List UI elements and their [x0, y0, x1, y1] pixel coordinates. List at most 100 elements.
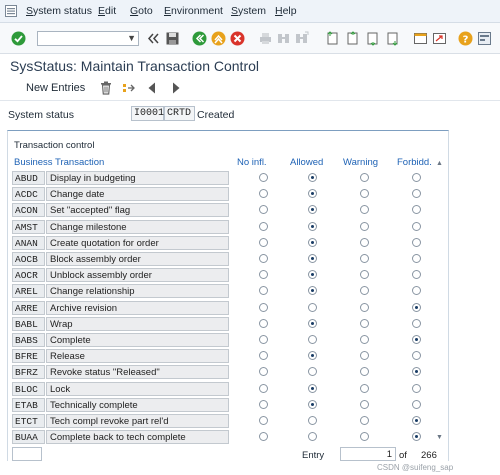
help-icon[interactable]: ? [458, 31, 473, 46]
radio-no-infl[interactable] [259, 318, 268, 328]
sap-menu-icon[interactable] [5, 5, 17, 17]
radio-warning[interactable] [360, 221, 369, 231]
radio-allowed[interactable] [308, 189, 317, 199]
new-entries-button[interactable]: New Entries [26, 82, 85, 94]
radio-forbidd[interactable] [412, 335, 421, 344]
radio-warning[interactable] [360, 383, 369, 393]
radio-warning[interactable] [360, 189, 369, 199]
radio-no-infl[interactable] [259, 205, 268, 215]
radio-forbidd[interactable] [412, 399, 421, 409]
layout-icon[interactable] [477, 31, 492, 46]
radio-no-infl[interactable] [259, 416, 268, 425]
radio-forbidd[interactable] [412, 254, 421, 263]
menu-edit[interactable]: Edit [98, 5, 116, 17]
shortcut-icon[interactable] [432, 31, 447, 46]
radio-no-infl[interactable] [259, 302, 268, 312]
entry-position-field[interactable]: 1 [340, 447, 396, 461]
radio-no-infl[interactable] [259, 335, 268, 344]
next-entry-icon[interactable] [170, 81, 182, 95]
radio-warning[interactable] [360, 254, 369, 263]
green-back-icon[interactable] [192, 31, 207, 46]
radio-no-infl[interactable] [259, 432, 268, 442]
radio-no-infl[interactable] [259, 254, 268, 263]
radio-no-infl[interactable] [259, 237, 268, 247]
delete-icon[interactable] [100, 81, 112, 95]
radio-no-infl[interactable] [259, 367, 268, 377]
radio-no-infl[interactable] [259, 221, 268, 231]
prev-page-icon[interactable] [345, 31, 360, 46]
radio-allowed[interactable] [308, 205, 317, 215]
new-session-icon[interactable] [413, 31, 428, 46]
radio-warning[interactable] [360, 173, 369, 182]
back-icon[interactable] [146, 31, 161, 46]
cancel-icon[interactable] [230, 31, 245, 46]
menu-system-status[interactable]: System status [26, 5, 92, 17]
radio-forbidd[interactable] [412, 221, 421, 231]
radio-forbidd[interactable] [412, 318, 421, 328]
radio-forbidd[interactable] [412, 367, 421, 377]
next-page-icon[interactable] [365, 31, 380, 46]
radio-warning[interactable] [360, 270, 369, 280]
radio-allowed[interactable] [308, 318, 317, 328]
exit-icon[interactable] [211, 31, 226, 46]
radio-warning[interactable] [360, 237, 369, 247]
previous-entry-icon[interactable] [146, 81, 158, 95]
menu-environment[interactable]: Environment [164, 5, 223, 17]
radio-allowed[interactable] [308, 432, 317, 442]
radio-warning[interactable] [360, 318, 369, 328]
scroll-up-icon[interactable]: ▲ [436, 160, 445, 169]
radio-no-infl[interactable] [259, 383, 268, 393]
check-icon[interactable] [11, 31, 26, 46]
radio-forbidd[interactable] [412, 237, 421, 247]
radio-forbidd[interactable] [412, 416, 421, 425]
radio-allowed[interactable] [308, 367, 317, 377]
save-icon[interactable] [165, 31, 180, 46]
radio-forbidd[interactable] [412, 189, 421, 199]
radio-allowed[interactable] [308, 221, 317, 231]
radio-forbidd[interactable] [412, 173, 421, 182]
radio-forbidd[interactable] [412, 286, 421, 296]
radio-warning[interactable] [360, 367, 369, 377]
radio-forbidd[interactable] [412, 432, 421, 442]
radio-allowed[interactable] [308, 270, 317, 280]
radio-allowed[interactable] [308, 335, 317, 344]
scroll-down-icon[interactable]: ▼ [436, 434, 445, 443]
radio-forbidd[interactable] [412, 383, 421, 393]
radio-allowed[interactable] [308, 237, 317, 247]
radio-no-infl[interactable] [259, 189, 268, 199]
radio-warning[interactable] [360, 335, 369, 344]
radio-no-infl[interactable] [259, 399, 268, 409]
radio-warning[interactable] [360, 351, 369, 361]
radio-allowed[interactable] [308, 173, 317, 182]
radio-allowed[interactable] [308, 416, 317, 425]
command-field[interactable]: ▼ [37, 31, 139, 46]
new-entry-code-field[interactable] [12, 447, 42, 461]
radio-allowed[interactable] [308, 351, 317, 361]
last-page-icon[interactable] [385, 31, 400, 46]
radio-forbidd[interactable] [412, 351, 421, 361]
radio-no-infl[interactable] [259, 270, 268, 280]
radio-warning[interactable] [360, 432, 369, 442]
radio-warning[interactable] [360, 416, 369, 425]
radio-allowed[interactable] [308, 302, 317, 312]
radio-allowed[interactable] [308, 399, 317, 409]
chevron-down-icon[interactable]: ▼ [127, 33, 136, 43]
first-page-icon[interactable] [325, 31, 340, 46]
radio-allowed[interactable] [308, 383, 317, 393]
radio-warning[interactable] [360, 399, 369, 409]
menu-help[interactable]: Help [275, 5, 297, 17]
radio-no-infl[interactable] [259, 286, 268, 296]
radio-forbidd[interactable] [412, 205, 421, 215]
radio-allowed[interactable] [308, 286, 317, 296]
radio-warning[interactable] [360, 286, 369, 296]
menu-system[interactable]: System [231, 5, 266, 17]
radio-warning[interactable] [360, 205, 369, 215]
radio-no-infl[interactable] [259, 173, 268, 182]
radio-forbidd[interactable] [412, 302, 421, 312]
radio-warning[interactable] [360, 302, 369, 312]
menu-goto[interactable]: Goto [130, 5, 153, 17]
radio-no-infl[interactable] [259, 351, 268, 361]
radio-forbidd[interactable] [412, 270, 421, 280]
select-block-icon[interactable] [122, 81, 136, 95]
radio-allowed[interactable] [308, 254, 317, 263]
